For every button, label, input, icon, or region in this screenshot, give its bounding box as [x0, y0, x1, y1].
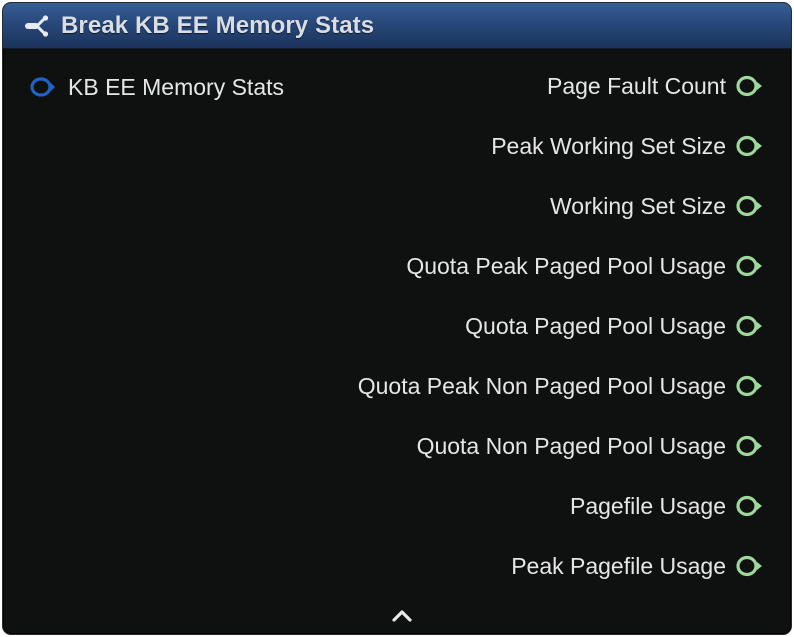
output-pin-working-set-size[interactable]: Working Set Size — [205, 191, 765, 251]
output-pins: Page Fault Count Peak Working Set Size Wor… — [205, 71, 765, 611]
output-pin-page-fault-count[interactable]: Page Fault Count — [205, 71, 765, 131]
output-pin-quota-paged-pool-usage[interactable]: Quota Paged Pool Usage — [205, 311, 765, 371]
int-pin-icon[interactable] — [735, 553, 765, 579]
output-pin-label: Page Fault Count — [546, 73, 726, 99]
output-pin-peak-working-set-size[interactable]: Peak Working Set Size — [205, 131, 765, 191]
int-pin-icon[interactable] — [735, 313, 765, 339]
output-pin-label: Working Set Size — [550, 193, 726, 219]
output-pin-label: Peak Pagefile Usage — [511, 553, 726, 579]
node-title: Break KB EE Memory Stats — [61, 12, 375, 39]
output-pin-label: Quota Peak Paged Pool Usage — [406, 253, 726, 279]
output-pin-peak-pagefile-usage[interactable]: Peak Pagefile Usage — [205, 551, 765, 611]
break-struct-icon — [25, 15, 49, 37]
int-pin-icon[interactable] — [735, 373, 765, 399]
output-pin-quota-non-paged-pool-usage[interactable]: Quota Non Paged Pool Usage — [205, 431, 765, 491]
chevron-up-icon[interactable] — [389, 607, 415, 625]
int-pin-icon[interactable] — [735, 253, 765, 279]
int-pin-icon[interactable] — [735, 133, 765, 159]
int-pin-icon[interactable] — [735, 493, 765, 519]
break-struct-node[interactable]: Break KB EE Memory Stats KB EE Memory St… — [2, 2, 792, 635]
output-pin-quota-peak-paged-pool-usage[interactable]: Quota Peak Paged Pool Usage — [205, 251, 765, 311]
output-pin-pagefile-usage[interactable]: Pagefile Usage — [205, 491, 765, 551]
output-pin-label: Quota Non Paged Pool Usage — [416, 433, 726, 459]
output-pin-label: Quota Paged Pool Usage — [465, 313, 726, 339]
node-header[interactable]: Break KB EE Memory Stats — [3, 3, 791, 49]
int-pin-icon[interactable] — [735, 433, 765, 459]
output-pin-label: Quota Peak Non Paged Pool Usage — [357, 373, 726, 399]
int-pin-icon[interactable] — [735, 73, 765, 99]
int-pin-icon[interactable] — [735, 193, 765, 219]
output-pin-label: Pagefile Usage — [570, 493, 726, 519]
output-pin-label: Peak Working Set Size — [491, 133, 726, 159]
struct-pin-icon[interactable] — [29, 75, 57, 99]
output-pin-quota-peak-non-paged-pool-usage[interactable]: Quota Peak Non Paged Pool Usage — [205, 371, 765, 431]
